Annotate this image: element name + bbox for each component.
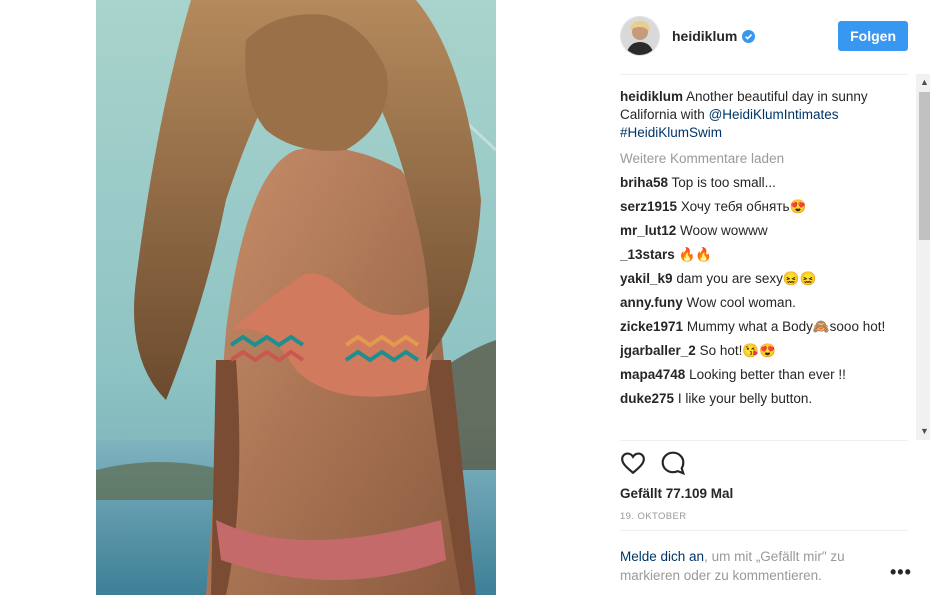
more-options-icon[interactable]: •••	[890, 562, 912, 583]
like-count[interactable]: Gefällt 77.109 Mal	[620, 486, 733, 501]
comment-username[interactable]: zicke1971	[620, 319, 683, 334]
divider	[620, 440, 908, 441]
comment-username[interactable]: jgarballer_2	[620, 343, 696, 358]
post-actions	[620, 450, 686, 480]
post-photo[interactable]	[96, 0, 496, 595]
comment-username[interactable]: serz1915	[620, 199, 677, 214]
comment-username[interactable]: yakil_k9	[620, 271, 673, 286]
divider	[620, 530, 908, 531]
scroll-up-arrow-icon[interactable]: ▲	[916, 74, 930, 91]
post-author-username[interactable]: heidiklum	[672, 28, 737, 44]
comment-item: _13stars 🔥🔥	[620, 246, 906, 264]
comment-username[interactable]: _13stars	[620, 247, 675, 262]
comment-username[interactable]: mapa4748	[620, 367, 685, 382]
comment-item: yakil_k9 dam you are sexy😖😖	[620, 270, 906, 288]
comment-item: mapa4748 Looking better than ever !!	[620, 366, 906, 384]
verified-badge-icon	[742, 29, 756, 43]
divider	[620, 74, 908, 75]
comments-list[interactable]: heidiklum Another beautiful day in sunny…	[620, 88, 906, 440]
post-date: 19. OKTOBER	[620, 511, 687, 522]
comment-text: I like your belly button.	[677, 391, 813, 406]
scrollbar-thumb[interactable]	[919, 92, 930, 240]
load-more-comments-link[interactable]: Weitere Kommentare laden	[620, 150, 906, 168]
comment-text: 🔥🔥	[678, 247, 713, 262]
comment-text: dam you are sexy😖😖	[676, 271, 817, 286]
comment-username[interactable]: duke275	[620, 391, 674, 406]
login-link[interactable]: Melde dich an	[620, 549, 704, 564]
comment-text: Woow wowww	[680, 223, 768, 238]
caption-username[interactable]: heidiklum	[620, 89, 683, 104]
comment-text: Looking better than ever !!	[689, 367, 846, 382]
comment-item: serz1915 Хочу тебя обнять😍	[620, 198, 906, 216]
comments-scrollbar[interactable]: ▲ ▼	[916, 74, 930, 440]
post-header: heidiklum Folgen	[620, 14, 908, 58]
comment-item: zicke1971 Mummy what a Body🙈sooo hot!	[620, 318, 906, 336]
heart-icon[interactable]	[620, 450, 646, 476]
comment-text: Wow cool woman.	[686, 295, 796, 310]
comment-item: jgarballer_2 So hot!😘😍	[620, 342, 906, 360]
caption-hashtag-link[interactable]: #HeidiKlumSwim	[620, 125, 722, 140]
comment-text: Mummy what a Body🙈sooo hot!	[686, 319, 886, 334]
comment-bubble-icon[interactable]	[660, 450, 686, 476]
avatar[interactable]	[620, 16, 660, 56]
post-image	[96, 0, 496, 595]
comment-item: mr_lut12 Woow wowww	[620, 222, 906, 240]
comment-text: Top is too small...	[671, 175, 776, 190]
comment-text: So hot!😘😍	[699, 343, 776, 358]
comment-username[interactable]: anny.funy	[620, 295, 683, 310]
follow-button[interactable]: Folgen	[838, 21, 908, 51]
post-sidebar: heidiklum Folgen heidiklum Another beaut…	[604, 0, 930, 595]
scroll-down-arrow-icon[interactable]: ▼	[916, 423, 930, 440]
comment-username[interactable]: mr_lut12	[620, 223, 676, 238]
comment-text: Хочу тебя обнять😍	[680, 199, 807, 214]
comment-item: duke275 I like your belly button.	[620, 390, 906, 408]
comment-item: anny.funy Wow cool woman.	[620, 294, 906, 312]
caption-mention-link[interactable]: @HeidiKlumIntimates	[709, 107, 839, 122]
login-prompt: Melde dich an, um mit „Gefällt mir" zu m…	[620, 547, 870, 585]
post-caption: heidiklum Another beautiful day in sunny…	[620, 88, 906, 142]
comment-item: briha58 Top is too small...	[620, 174, 906, 192]
comment-username[interactable]: briha58	[620, 175, 668, 190]
